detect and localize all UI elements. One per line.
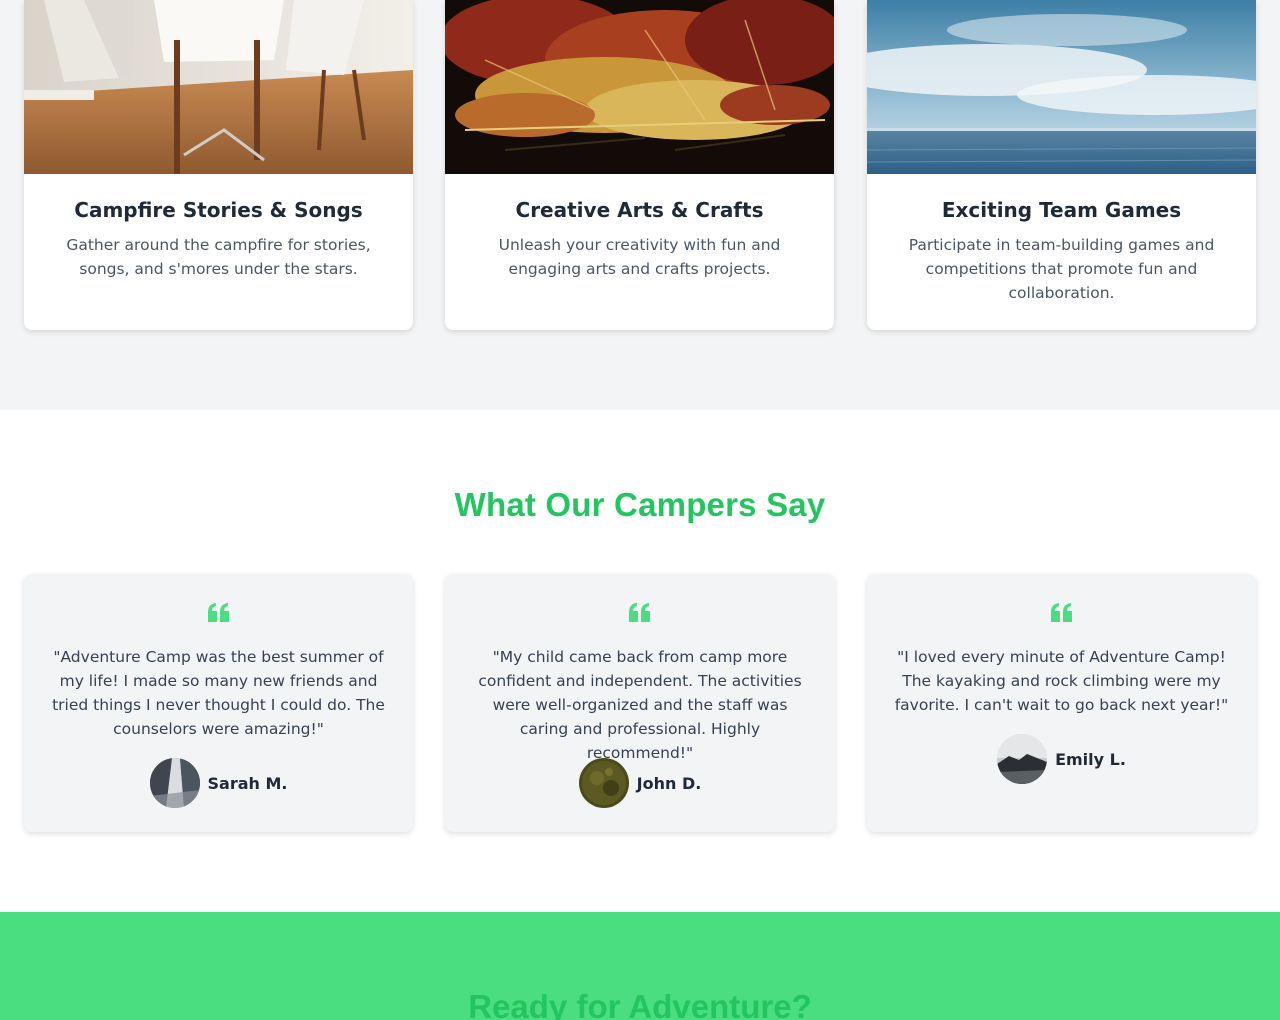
cta-section: Ready for Adventure? xyxy=(0,912,1280,1020)
sea-sky-image xyxy=(867,0,1256,174)
avatar xyxy=(997,734,1048,784)
testimonial-card: "I loved every minute of Adventure Camp!… xyxy=(867,574,1256,832)
activity-title: Creative Arts & Crafts xyxy=(515,198,764,222)
quote-icon xyxy=(207,603,229,622)
author-name: Sarah M. xyxy=(207,773,288,793)
dining-room-image xyxy=(24,0,413,174)
activities-section: Campfire Stories & Songs Gather around t… xyxy=(0,0,1280,410)
activity-description: Gather around the campfire for stories, … xyxy=(66,236,371,278)
activity-card-arts: Creative Arts & Crafts Unleash your crea… xyxy=(445,0,834,330)
testimonial-text: "I loved every minute of Adventure Camp!… xyxy=(894,648,1229,714)
activity-card-games: Exciting Team Games Participate in team-… xyxy=(867,0,1256,330)
testimonial-card: "Adventure Camp was the best summer of m… xyxy=(24,574,413,832)
activity-title: Exciting Team Games xyxy=(941,198,1182,222)
testimonial-author: John D. xyxy=(445,758,835,808)
testimonial-card: "My child came back from camp more confi… xyxy=(445,574,835,832)
cta-title: Ready for Adventure? xyxy=(468,988,812,1020)
testimonial-author: Sarah M. xyxy=(24,758,413,808)
author-name: Emily L. xyxy=(1055,749,1126,769)
activity-description: Participate in team-building games and c… xyxy=(908,236,1215,302)
quote-icon xyxy=(1050,603,1072,622)
activity-card-campfire: Campfire Stories & Songs Gather around t… xyxy=(24,0,413,330)
section-title: What Our Campers Say xyxy=(454,486,826,523)
testimonials-section: What Our Campers Say "Adventure Camp was… xyxy=(0,410,1280,912)
testimonial-text: "My child came back from camp more confi… xyxy=(478,648,802,762)
testimonial-author: Emily L. xyxy=(867,734,1256,784)
autumn-leaves-image xyxy=(445,0,834,174)
avatar xyxy=(578,758,629,808)
testimonial-text: "Adventure Camp was the best summer of m… xyxy=(52,648,385,738)
quote-icon xyxy=(629,603,650,622)
activity-title: Campfire Stories & Songs xyxy=(74,198,363,222)
author-name: John D. xyxy=(636,773,702,793)
activity-description: Unleash your creativity with fun and eng… xyxy=(498,236,781,278)
avatar xyxy=(149,758,200,808)
